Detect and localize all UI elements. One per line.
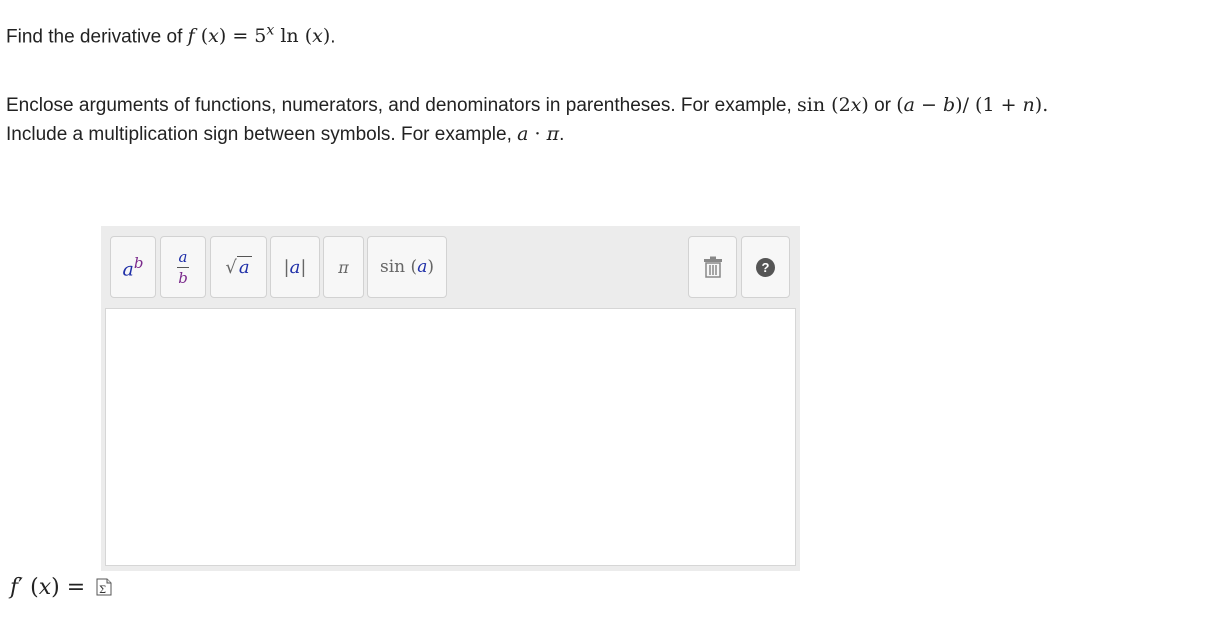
sin-button[interactable]: sin (a) [367, 236, 447, 298]
sqrt-icon: √ [225, 256, 237, 278]
answer-label: f′ (x) = Σ [10, 575, 112, 600]
math-editor: ab a b √ a |a| π sin (a) ? [101, 226, 800, 571]
instructions: Enclose arguments of functions, numerato… [6, 91, 1048, 149]
help-icon: ? [756, 257, 775, 277]
answer-input-area[interactable] [105, 308, 796, 566]
instruction-line-1: Enclose arguments of functions, numerato… [6, 94, 1049, 116]
fraction-button[interactable]: a b [160, 236, 206, 298]
sqrt-button[interactable]: √ a [210, 236, 267, 298]
help-button[interactable]: ? [741, 236, 790, 298]
example-sin: sin (2x) [797, 94, 869, 116]
equation-editor-icon[interactable]: Σ [96, 578, 112, 596]
example-fraction: (a − b)/ (1 + n). [896, 94, 1049, 116]
fraction-bar [177, 266, 189, 268]
example-multiplication: a · π [517, 123, 560, 145]
question-prefix: Find the derivative of [6, 26, 188, 48]
clear-button[interactable] [688, 236, 737, 298]
question-math: f (x) = 5x ln (x) [187, 23, 331, 48]
pi-button[interactable]: π [323, 236, 364, 298]
power-button[interactable]: ab [110, 236, 156, 298]
question-text: Find the derivative of f (x) = 5x ln (x)… [6, 23, 336, 48]
instruction-line-2: Include a multiplication sign between sy… [6, 123, 565, 145]
absolute-value-button[interactable]: |a| [270, 236, 320, 298]
svg-text:Σ: Σ [99, 585, 106, 596]
trash-icon [703, 256, 722, 278]
